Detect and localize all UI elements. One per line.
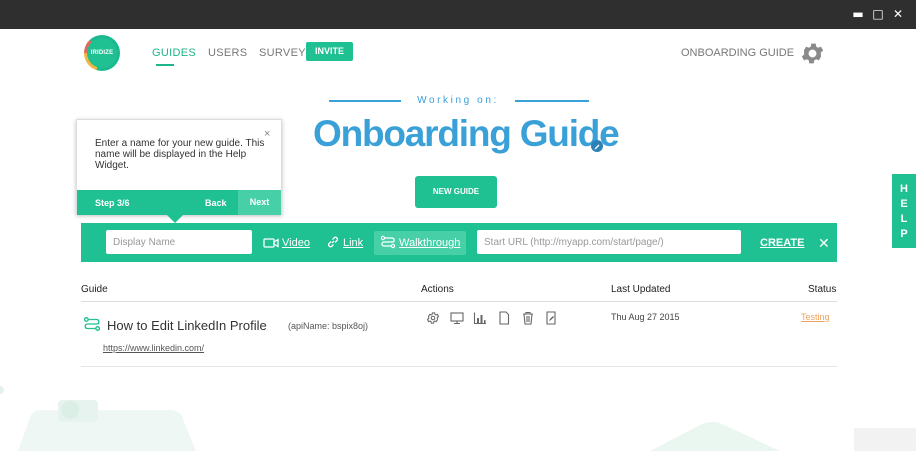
link-icon: [327, 236, 339, 248]
header-divider: [81, 301, 837, 302]
minimize-icon[interactable]: ▬: [851, 7, 865, 21]
gear-icon[interactable]: [799, 40, 826, 67]
create-button[interactable]: CREATE: [760, 237, 804, 249]
new-guide-button[interactable]: NEW GUIDE: [415, 176, 497, 208]
create-guide-bar: Video Link Walkthrough CREATE ✕: [81, 223, 837, 262]
help-letter: E: [900, 198, 908, 210]
type-video[interactable]: Video: [263, 231, 310, 255]
nav-active-indicator: [156, 64, 174, 66]
tooltip-arrow: [167, 215, 183, 223]
edit-icon[interactable]: [544, 311, 558, 325]
video-icon: [263, 238, 279, 248]
pencil-icon[interactable]: [591, 140, 603, 152]
onboarding-guide-link[interactable]: ONBOARDING GUIDE: [681, 47, 794, 59]
help-letter: L: [900, 213, 908, 225]
row-divider: [81, 366, 837, 367]
invite-button[interactable]: INVITE: [306, 42, 353, 61]
type-link-label: Link: [343, 237, 364, 249]
tooltip-close-icon[interactable]: ×: [264, 128, 270, 140]
working-on-label: Working on:: [417, 95, 499, 106]
monitor-icon[interactable]: [450, 311, 464, 325]
help-letter: P: [900, 228, 908, 240]
divider-right: [515, 100, 589, 102]
type-walkthrough-label: Walkthrough: [399, 237, 461, 249]
logo-text: IRIDIZE: [87, 38, 117, 68]
tooltip-next-button[interactable]: Next: [238, 190, 281, 215]
column-header-actions: Actions: [421, 284, 454, 295]
nav-survey[interactable]: SURVEY: [259, 47, 306, 59]
column-header-last-updated: Last Updated: [611, 284, 671, 295]
guide-name[interactable]: How to Edit LinkedIn Profile: [107, 318, 267, 333]
column-header-status: Status: [808, 284, 837, 295]
status-badge[interactable]: Testing: [801, 312, 830, 322]
help-letter: H: [900, 183, 908, 195]
chart-icon[interactable]: [473, 311, 487, 325]
trash-icon[interactable]: [521, 311, 535, 325]
column-header-guide: Guide: [81, 284, 108, 295]
window-titlebar: ▬ □ ✕: [0, 0, 916, 29]
api-name: (apiName: bspix8oj): [288, 321, 369, 331]
iridize-logo[interactable]: IRIDIZE: [84, 35, 120, 71]
tooltip-back-button[interactable]: Back: [205, 198, 227, 208]
last-updated: Thu Aug 27 2015: [611, 312, 680, 322]
document-icon[interactable]: [497, 311, 511, 325]
display-name-input[interactable]: [106, 230, 252, 254]
tooltip-text: Enter a name for your new guide. This na…: [95, 138, 265, 171]
divider-left: [329, 100, 401, 102]
type-walkthrough[interactable]: Walkthrough: [374, 231, 467, 255]
close-icon[interactable]: ✕: [818, 235, 830, 252]
close-icon[interactable]: ✕: [891, 7, 905, 21]
nav-users[interactable]: USERS: [208, 47, 247, 59]
gear-icon[interactable]: [426, 311, 440, 325]
onboarding-tooltip: Enter a name for your new guide. This na…: [76, 119, 282, 215]
help-tab[interactable]: H E L P: [892, 174, 916, 248]
walkthrough-icon: [380, 235, 396, 249]
guide-url-link[interactable]: https://www.linkedin.com/: [103, 343, 204, 353]
type-link[interactable]: Link: [326, 231, 363, 255]
tooltip-step: Step 3/6: [95, 198, 130, 208]
background-illustration: [0, 386, 916, 451]
maximize-icon[interactable]: □: [871, 7, 885, 21]
nav-guides[interactable]: GUIDES: [152, 47, 196, 59]
tooltip-footer: Step 3/6 Back Next: [77, 190, 281, 215]
type-video-label: Video: [282, 237, 310, 249]
start-url-input[interactable]: [477, 230, 741, 254]
page-title: Onboarding Guide: [313, 113, 620, 154]
walkthrough-icon: [83, 317, 101, 331]
